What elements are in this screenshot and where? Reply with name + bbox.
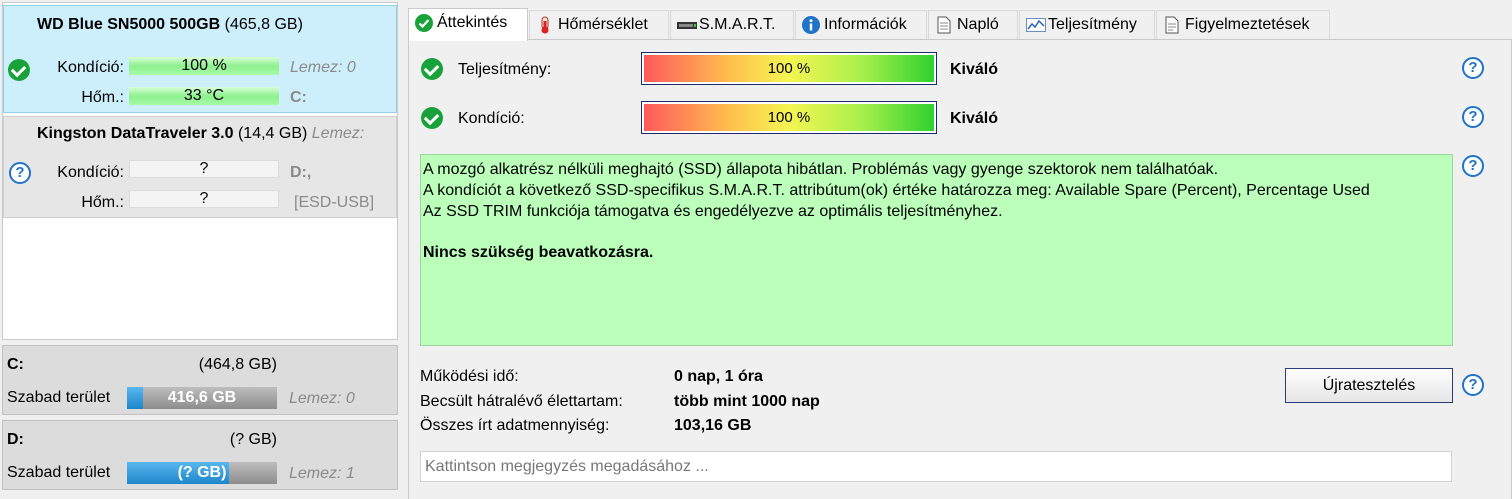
- tab-label: Teljesítmény: [1048, 16, 1137, 33]
- tab-temperature[interactable]: Hőmérséklet: [529, 10, 669, 40]
- temp-bar: 33 °C: [129, 87, 279, 105]
- note-input[interactable]: Kattintson megjegyzés megadásához ...: [420, 451, 1452, 482]
- volume-item-c[interactable]: C: (464,8 GB) Szabad terület 416,6 GB Le…: [2, 345, 398, 415]
- volume-item-d[interactable]: D: (? GB) Szabad terület (? GB) Lemez: 1: [2, 420, 398, 490]
- tab-label: Áttekintés: [437, 14, 508, 31]
- drive-label: [ESD-USB]: [294, 194, 375, 211]
- tab-overview[interactable]: Áttekintés: [408, 8, 528, 41]
- disk-capacity: (465,8 GB): [224, 16, 303, 33]
- performance-fill: 100 %: [644, 55, 934, 82]
- disk-capacity: (14,4 GB): [237, 125, 308, 142]
- help-icon[interactable]: ?: [1462, 57, 1484, 79]
- temp-label: Hőm.:: [81, 194, 124, 211]
- condition-bar: 100 %: [129, 57, 279, 75]
- free-space-value: (? GB): [177, 464, 227, 481]
- condition-label: Kondíció:: [458, 110, 525, 127]
- condition-label: Kondíció:: [57, 164, 124, 181]
- warning-doc-icon: [1163, 16, 1181, 34]
- disk-title: Kingston DataTraveler 3.0 (14,4 GB) Leme…: [37, 125, 364, 143]
- disk-item-wd-blue[interactable]: WD Blue SN5000 500GB (465,8 GB) Kondíció…: [3, 5, 397, 113]
- disk-item-kingston[interactable]: Kingston DataTraveler 3.0 (14,4 GB) Leme…: [3, 116, 397, 218]
- disk-title: WD Blue SN5000 500GB (465,8 GB): [37, 16, 303, 34]
- tab-bar: Áttekintés Hőmérséklet S.M.A.R.T. Inform…: [408, 8, 1512, 41]
- drive-icon: [677, 16, 697, 34]
- condition-label: Kondíció:: [57, 59, 124, 76]
- help-icon[interactable]: ?: [1462, 155, 1484, 177]
- tab-performance[interactable]: Teljesítmény: [1019, 10, 1155, 40]
- written-value: 103,16 GB: [674, 417, 752, 434]
- free-space-label: Szabad terület: [7, 389, 111, 406]
- tab-label: S.M.A.R.T.: [699, 16, 776, 33]
- check-circle-icon: [421, 107, 443, 129]
- tab-label: Napló: [957, 16, 999, 33]
- tab-log[interactable]: Napló: [928, 10, 1018, 40]
- performance-label: Teljesítmény:: [458, 61, 552, 78]
- temp-label: Hőm.:: [81, 89, 124, 106]
- volume-size: (? GB): [229, 431, 277, 448]
- disk-list: WD Blue SN5000 500GB (465,8 GB) Kondíció…: [2, 2, 398, 340]
- status-description: A mozgó alkatrész nélküli meghajtó (SSD)…: [420, 154, 1453, 346]
- disk-model: Kingston DataTraveler 3.0: [37, 125, 234, 142]
- free-space-bar: (? GB): [127, 462, 277, 484]
- description-line: A mozgó alkatrész nélküli meghajtó (SSD)…: [423, 161, 1219, 178]
- performance-rating: Kiváló: [950, 61, 999, 78]
- action-text: Nincs szükség beavatkozásra.: [423, 244, 654, 261]
- description-line: A kondíciót a következő SSD-specifikus S…: [423, 182, 1370, 199]
- lifetime-label: Becsült hátralévő élettartam:: [420, 393, 623, 410]
- performance-bar: 100 %: [641, 52, 937, 85]
- help-icon[interactable]: ?: [1462, 106, 1484, 128]
- disk-index: Lemez: 0: [290, 59, 356, 76]
- condition-fill: 100 %: [644, 104, 934, 131]
- condition-bar: ?: [129, 160, 279, 178]
- free-space-label: Szabad terület: [7, 464, 111, 481]
- tab-information[interactable]: Információk: [795, 10, 927, 40]
- check-circle-icon: [421, 58, 443, 80]
- tab-smart[interactable]: S.M.A.R.T.: [670, 10, 794, 40]
- volume-disk: Lemez: 1: [289, 465, 355, 482]
- chart-icon: [1026, 16, 1046, 34]
- volume-size: (464,8 GB): [198, 356, 277, 373]
- drive-letter: C:: [290, 89, 307, 106]
- disk-index: Lemez:: [311, 125, 365, 142]
- uptime-label: Működési idő:: [420, 368, 519, 385]
- free-space-bar: 416,6 GB: [127, 387, 277, 409]
- lifetime-value: több mint 1000 nap: [674, 393, 820, 410]
- temp-bar: ?: [129, 190, 279, 208]
- disk-model: WD Blue SN5000 500GB: [37, 16, 221, 33]
- volume-disk: Lemez: 0: [289, 390, 355, 407]
- volume-name: D:: [7, 431, 24, 448]
- retest-button[interactable]: Újratesztelés: [1285, 368, 1453, 403]
- help-icon[interactable]: ?: [1462, 374, 1484, 396]
- thermometer-icon: [536, 16, 554, 34]
- uptime-value: 0 nap, 1 óra: [674, 368, 763, 385]
- description-line: Az SSD TRIM funkciója támogatva és enged…: [423, 203, 1003, 220]
- written-label: Összes írt adatmennyiség:: [420, 417, 610, 434]
- condition-rating: Kiváló: [950, 110, 999, 127]
- left-panel: WD Blue SN5000 500GB (465,8 GB) Kondíció…: [0, 0, 400, 499]
- drive-letter: D:,: [290, 164, 312, 181]
- condition-bar: 100 %: [641, 101, 937, 134]
- tab-warnings[interactable]: Figyelmeztetések: [1156, 10, 1330, 40]
- tab-label: Hőmérséklet: [558, 16, 648, 33]
- check-circle-icon: [415, 14, 433, 32]
- tab-label: Figyelmeztetések: [1185, 16, 1310, 33]
- tab-label: Információk: [824, 16, 907, 33]
- document-icon: [935, 16, 953, 34]
- volume-name: C:: [7, 356, 24, 373]
- free-space-value: 416,6 GB: [167, 389, 237, 406]
- info-icon: [802, 16, 820, 34]
